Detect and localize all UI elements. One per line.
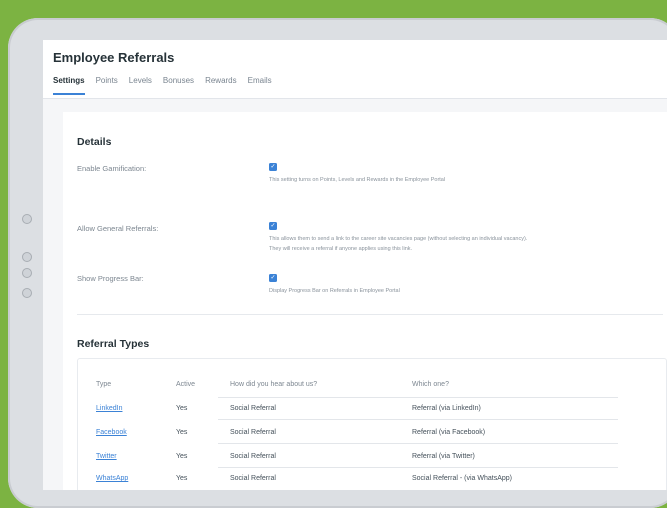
gamification-checkbox[interactable]: ✓: [269, 163, 277, 171]
table-cell: Referral (via Twitter): [412, 453, 475, 460]
table-cell: Yes: [176, 475, 188, 482]
referral-types-title: Referral Types: [77, 338, 150, 350]
page-header: Employee Referrals Settings Points Level…: [43, 40, 667, 99]
tablet-button-dot: [22, 288, 32, 298]
referral-types-table: Type Active How did you hear about us? W…: [77, 358, 667, 490]
gamification-description: This setting turns on Points, Levels and…: [269, 177, 446, 183]
tablet-button-dot: [22, 214, 32, 224]
table-cell: Social Referral - (via WhatsApp): [412, 475, 512, 482]
progress-bar-description: Display Progress Bar on Referrals in Emp…: [269, 288, 400, 294]
table-cell: Referral (via Facebook): [412, 429, 486, 436]
table-cell: Yes: [176, 405, 188, 412]
tablet-screen: Employee Referrals Settings Points Level…: [43, 40, 667, 490]
column-header-which: Which one?: [412, 381, 449, 388]
referral-type-link-whatsapp[interactable]: WhatsApp: [96, 475, 128, 482]
general-referrals-checkbox[interactable]: ✓: [269, 222, 277, 230]
row-divider: [218, 443, 618, 444]
tab-points[interactable]: Points: [96, 76, 118, 95]
tab-rewards[interactable]: Rewards: [205, 76, 237, 95]
column-header-active: Active: [176, 381, 196, 388]
table-cell: Social Referral: [230, 453, 276, 460]
tab-settings[interactable]: Settings: [53, 76, 85, 95]
progress-bar-checkbox[interactable]: ✓: [269, 274, 277, 282]
tab-bar: Settings Points Levels Bonuses Rewards E…: [53, 76, 283, 95]
column-header-type: Type: [96, 381, 112, 388]
row-divider: [218, 467, 618, 468]
referral-type-link-twitter[interactable]: Twitter: [96, 453, 117, 460]
progress-bar-label: Show Progress Bar:: [77, 274, 144, 283]
details-section-title: Details: [77, 136, 112, 148]
general-referrals-description: This allows them to send a link to the c…: [269, 236, 528, 242]
tab-bonuses[interactable]: Bonuses: [163, 76, 194, 95]
column-header-source: How did you hear about us?: [230, 381, 318, 388]
section-divider: [77, 314, 663, 315]
tablet-button-dot: [22, 252, 32, 262]
table-cell: Yes: [176, 429, 188, 436]
tablet-button-dot: [22, 268, 32, 278]
table-cell: Social Referral: [230, 475, 276, 482]
settings-panel: Details Enable Gamification: ✓ This sett…: [63, 112, 667, 490]
table-cell: Social Referral: [230, 405, 276, 412]
tab-levels[interactable]: Levels: [129, 76, 152, 95]
general-referrals-description-2: They will receive a referral if anyone a…: [269, 246, 413, 252]
tab-emails[interactable]: Emails: [248, 76, 272, 95]
row-divider: [218, 419, 618, 420]
row-divider: [218, 397, 618, 398]
table-cell: Yes: [176, 453, 188, 460]
referral-type-link-facebook[interactable]: Facebook: [96, 429, 127, 436]
general-referrals-label: Allow General Referrals:: [77, 224, 159, 233]
page-title: Employee Referrals: [53, 50, 175, 65]
table-cell: Referral (via LinkedIn): [412, 405, 481, 412]
referral-type-link-linkedin[interactable]: LinkedIn: [96, 405, 122, 412]
table-cell: Social Referral: [230, 429, 276, 436]
gamification-label: Enable Gamification:: [77, 164, 147, 173]
tablet-frame: Employee Referrals Settings Points Level…: [8, 18, 667, 508]
